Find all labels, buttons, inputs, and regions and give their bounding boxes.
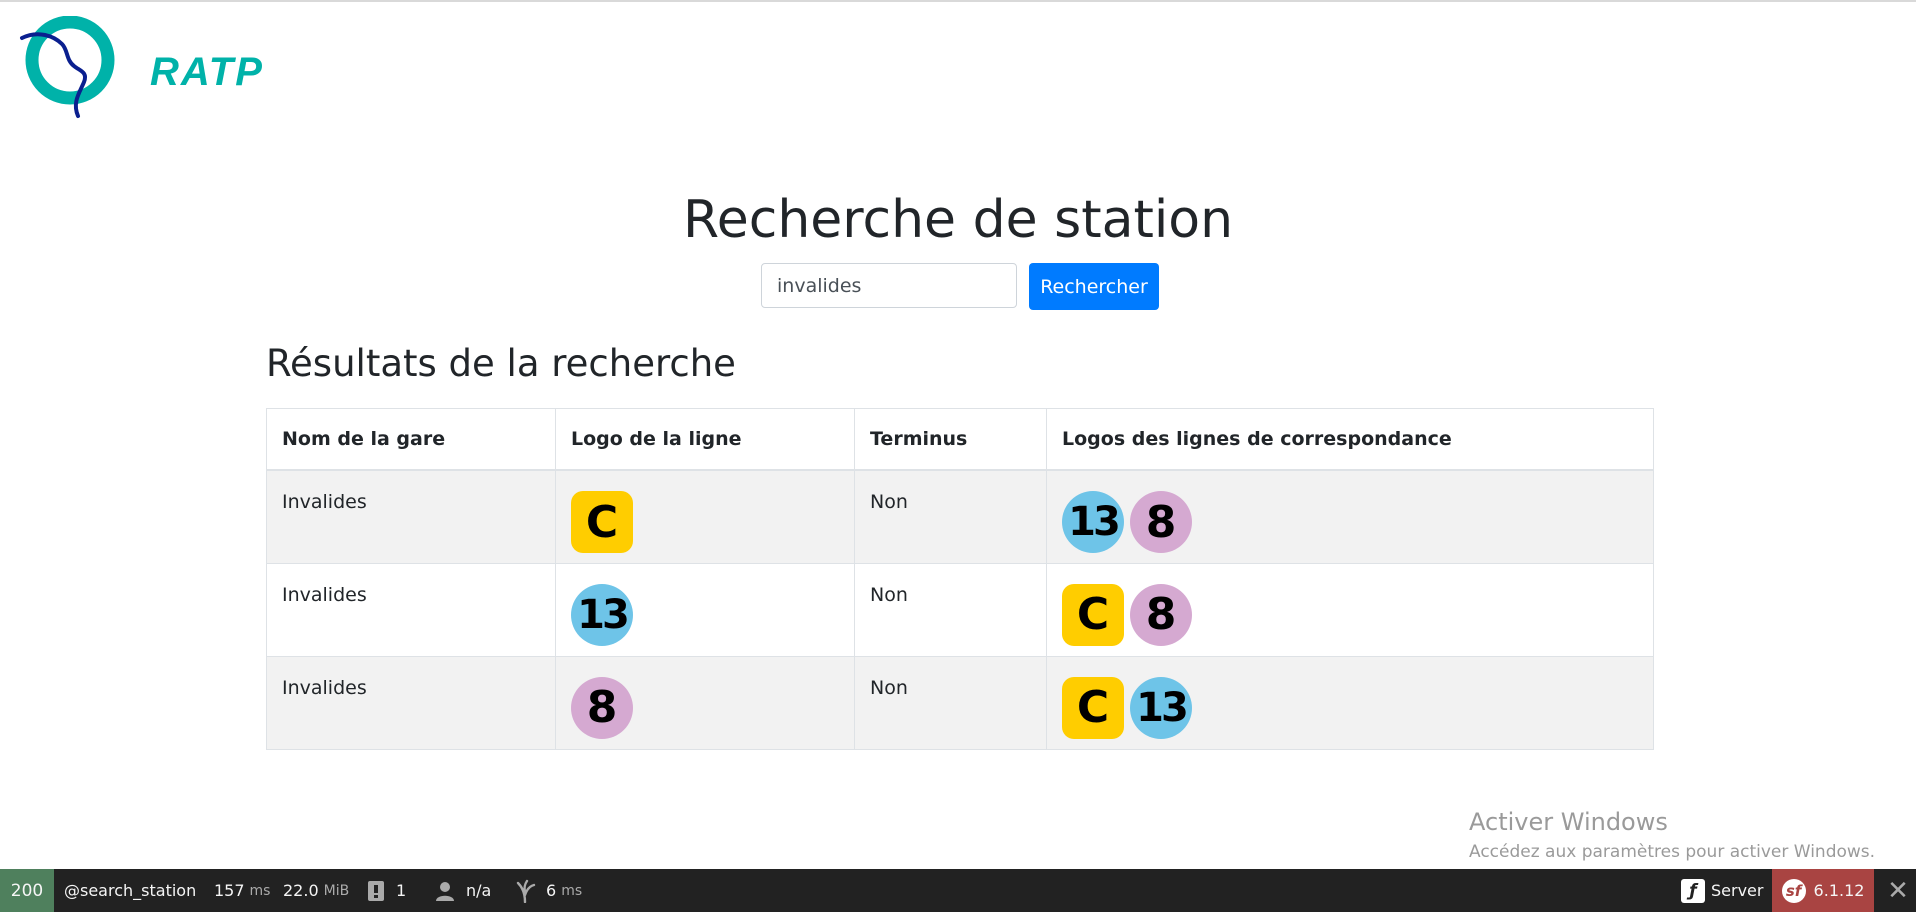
results-table-body: Invalides C Non 13 8 Invalides 13 Non C8 … xyxy=(266,469,1654,750)
watermark-subtitle: Accédez aux paramètres pour activer Wind… xyxy=(1469,842,1876,862)
connection-badge-icon: C xyxy=(1062,676,1124,739)
header-row: Nom de la gare Logo de la ligne Terminus… xyxy=(266,408,1654,471)
header-terminus: Terminus xyxy=(854,408,1047,471)
symfony-server-icon: ƒ xyxy=(1681,878,1705,903)
version-label: 6.1.12 xyxy=(1813,881,1865,900)
results-title: Résultats de la recherche xyxy=(266,342,736,385)
header-station-name: Nom de la gare xyxy=(266,408,556,471)
connection-badge-icon: 8 xyxy=(1130,491,1192,553)
request-time-unit: ms xyxy=(249,882,271,899)
twig-time-value: 6 xyxy=(546,881,557,900)
close-icon: ✕ xyxy=(1887,875,1909,906)
close-toolbar-button[interactable]: ✕ xyxy=(1880,869,1916,912)
top-rule xyxy=(0,0,1916,2)
server-panel[interactable]: ƒ Server xyxy=(1681,869,1763,912)
brand-name: RATP xyxy=(150,50,264,94)
memory-usage[interactable]: 22.0 MiB xyxy=(283,869,349,912)
connection-badge-icon: 8 xyxy=(1130,583,1192,646)
connection-badge-icon: 13 xyxy=(1130,676,1192,739)
line-badge-icon: 8 xyxy=(571,676,633,739)
twig-panel[interactable]: 6 ms xyxy=(516,869,582,912)
line-logo-cell: 8 xyxy=(555,655,855,750)
server-label: Server xyxy=(1711,881,1764,900)
line-badge-icon: 13 xyxy=(571,583,633,646)
connection-badge-icon: C xyxy=(1062,583,1124,646)
search-input[interactable] xyxy=(761,263,1017,308)
logs-icon xyxy=(368,880,384,901)
security-panel[interactable]: n/a xyxy=(434,869,491,912)
user-value: n/a xyxy=(466,881,492,900)
status-code-badge[interactable]: 200 xyxy=(0,869,54,912)
logs-count: 1 xyxy=(396,881,407,900)
results-table-header: Nom de la gare Logo de la ligne Terminus… xyxy=(266,408,1654,471)
station-name-cell: Invalides xyxy=(266,469,556,564)
page-title: Recherche de station xyxy=(682,190,1234,250)
results-table: Nom de la gare Logo de la ligne Terminus… xyxy=(266,408,1654,750)
route-name[interactable]: @search_station xyxy=(64,869,196,912)
request-time-value: 157 xyxy=(214,881,245,900)
symfony-logo-icon: sf xyxy=(1781,878,1806,903)
terminus-cell: Non xyxy=(854,655,1047,750)
connection-logos-cell: C8 xyxy=(1046,562,1654,657)
twig-time-unit: ms xyxy=(561,882,583,899)
request-time[interactable]: 157 ms xyxy=(214,869,270,912)
connection-logos-cell: 13 8 xyxy=(1046,469,1654,564)
table-row: Invalides C Non 13 8 xyxy=(266,469,1654,564)
memory-unit: MiB xyxy=(323,882,350,899)
table-row: Invalides 8 Non C 13 xyxy=(266,655,1654,750)
terminus-cell: Non xyxy=(854,469,1047,564)
memory-value: 22.0 xyxy=(283,881,319,900)
user-icon xyxy=(436,881,454,901)
ratp-logo[interactable]: RATP xyxy=(18,16,278,120)
terminus-cell: Non xyxy=(854,562,1047,657)
table-row: Invalides 13 Non C8 xyxy=(266,562,1654,657)
header-line-logo: Logo de la ligne xyxy=(555,408,855,471)
station-name-cell: Invalides xyxy=(266,562,556,657)
line-logo-cell: C xyxy=(555,469,855,564)
ratp-logo-mark-icon xyxy=(20,16,115,118)
connection-badge-icon: 13 xyxy=(1062,491,1124,553)
logs-panel[interactable]: 1 xyxy=(366,869,406,912)
windows-activation-watermark: Activer Windows Accédez aux paramètres p… xyxy=(1469,808,1875,862)
line-badge-icon: C xyxy=(571,491,633,553)
station-name-cell: Invalides xyxy=(266,655,556,750)
watermark-title: Activer Windows xyxy=(1469,808,1668,836)
debug-toolbar: 200 @search_station 157 ms 22.0 MiB 1 n/a … xyxy=(0,869,1916,912)
twig-icon xyxy=(516,879,536,903)
symfony-version[interactable]: sf 6.1.12 xyxy=(1772,869,1874,912)
line-logo-cell: 13 xyxy=(555,562,855,657)
header-connection-logos: Logos des lignes de correspondance xyxy=(1046,408,1654,471)
connection-logos-cell: C 13 xyxy=(1046,655,1654,750)
search-button[interactable]: Rechercher xyxy=(1029,263,1159,310)
